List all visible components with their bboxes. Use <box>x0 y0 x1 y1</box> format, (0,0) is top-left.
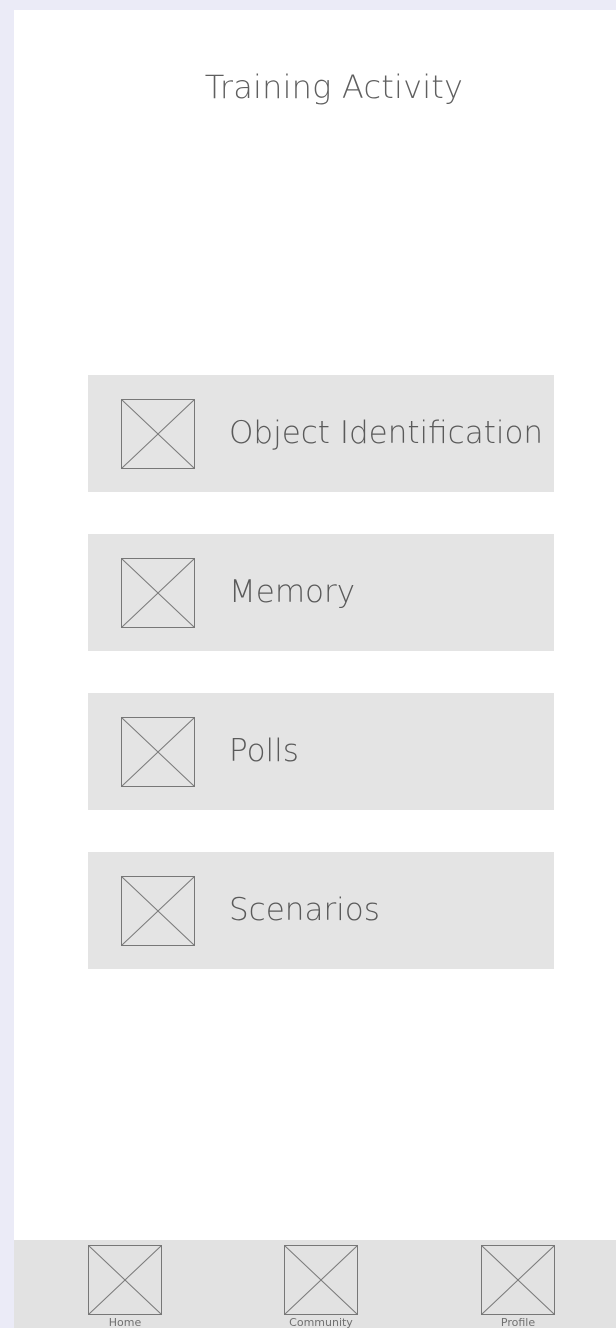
activity-list: Object Identification Memory Polls Scena… <box>88 375 554 1011</box>
activity-label: Object Identification <box>229 415 544 451</box>
activity-memory-button[interactable]: Memory <box>88 534 554 651</box>
bottom-navigation-bar: Home Community Profile <box>14 1240 616 1328</box>
home-placeholder-icon <box>88 1245 162 1315</box>
community-placeholder-icon <box>284 1245 358 1315</box>
nav-home-button[interactable]: Home <box>88 1245 162 1328</box>
nav-community-label: Community <box>289 1316 353 1328</box>
activity-label: Memory <box>229 574 356 610</box>
page-title: Training Activity <box>204 68 464 106</box>
placeholder-image-icon <box>121 558 195 628</box>
activity-object-identification-button[interactable]: Object Identification <box>88 375 554 492</box>
activity-polls-button[interactable]: Polls <box>88 693 554 810</box>
placeholder-image-icon <box>121 399 195 469</box>
nav-profile-label: Profile <box>500 1316 536 1328</box>
nav-community-button[interactable]: Community <box>284 1245 358 1328</box>
placeholder-image-icon <box>121 717 195 787</box>
activity-scenarios-button[interactable]: Scenarios <box>88 852 554 969</box>
app-screen: Training Activity Object Identification <box>14 10 616 1328</box>
activity-label: Scenarios <box>229 892 380 928</box>
placeholder-image-icon <box>121 876 195 946</box>
profile-placeholder-icon <box>481 1245 555 1315</box>
nav-profile-button[interactable]: Profile <box>481 1245 555 1328</box>
nav-home-label: Home <box>108 1316 142 1328</box>
activity-label: Polls <box>229 733 299 769</box>
